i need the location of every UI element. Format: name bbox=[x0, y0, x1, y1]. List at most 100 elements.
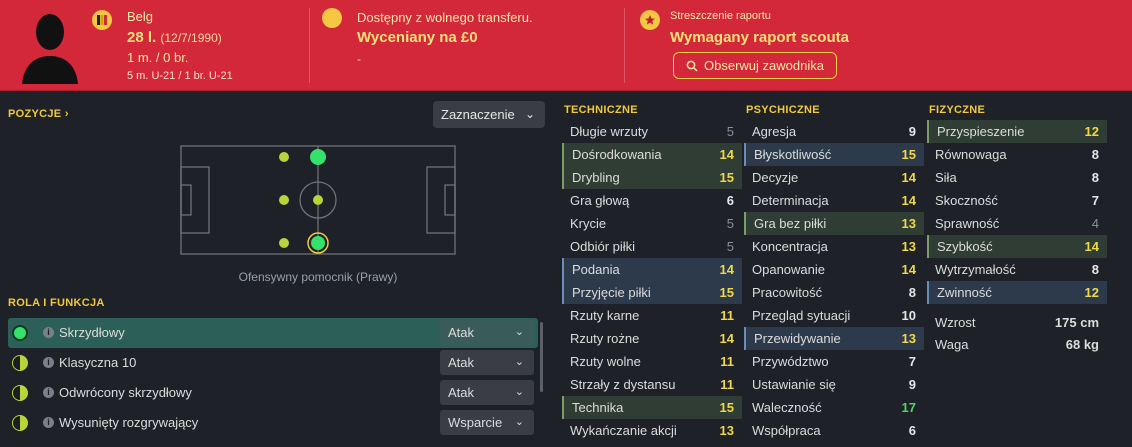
role-row[interactable]: i Klasyczna 10 Atak ⌄ bbox=[8, 348, 538, 378]
chevron-down-icon: ⌄ bbox=[514, 386, 524, 398]
attribute-value: 9 bbox=[908, 377, 916, 392]
attribute-label: Przyjęcie piłki bbox=[572, 285, 651, 300]
position-dot-dm bbox=[279, 195, 289, 205]
role-row[interactable]: i Wysunięty rozgrywający Wsparcie ⌄ bbox=[8, 408, 538, 438]
attribute-row[interactable]: Wykańczanie akcji 13 bbox=[562, 419, 742, 442]
attribute-row[interactable]: Krycie 5 bbox=[562, 212, 742, 235]
duty-dropdown[interactable]: Atak ⌄ bbox=[440, 350, 534, 375]
attribute-row[interactable]: Błyskotliwość 15 bbox=[744, 143, 924, 166]
attribute-row[interactable]: Gra głową 6 bbox=[562, 189, 742, 212]
duty-dropdown[interactable]: Atak ⌄ bbox=[440, 380, 534, 405]
chevron-right-icon: › bbox=[64, 108, 69, 120]
attribute-value: 5 bbox=[726, 239, 734, 254]
position-dot-dml bbox=[279, 152, 289, 162]
attribute-label: Podania bbox=[572, 262, 620, 277]
attribute-row[interactable]: Dośrodkowania 14 bbox=[562, 143, 742, 166]
attribute-value: 13 bbox=[719, 423, 734, 438]
player-dob: (12/7/1990) bbox=[160, 31, 222, 45]
position-label: Ofensywny pomocnik (Prawy) bbox=[238, 270, 398, 284]
duty-dropdown[interactable]: Wsparcie ⌄ bbox=[440, 410, 534, 435]
attribute-row[interactable]: Podania 14 bbox=[562, 258, 742, 281]
attribute-row[interactable]: Przyjęcie piłki 15 bbox=[562, 281, 742, 304]
attribute-row[interactable]: Determinacja 14 bbox=[744, 189, 924, 212]
technical-title: TECHNICZNE bbox=[564, 104, 638, 116]
attribute-row[interactable]: Pracowitość 8 bbox=[744, 281, 924, 304]
attribute-label: Wykańczanie akcji bbox=[570, 423, 677, 438]
height-label: Wzrost bbox=[935, 315, 976, 330]
attribute-row[interactable]: Agresja 9 bbox=[744, 120, 924, 143]
role-name: Odwrócony skrzydłowy bbox=[59, 385, 192, 400]
attribute-row[interactable]: Przewidywanie 13 bbox=[744, 327, 924, 350]
attribute-label: Drybling bbox=[572, 170, 620, 185]
attribute-value: 6 bbox=[908, 423, 916, 438]
attribute-row[interactable]: Przegląd sytuacji 10 bbox=[744, 304, 924, 327]
attribute-label: Skoczność bbox=[935, 193, 998, 208]
info-icon[interactable]: i bbox=[43, 357, 54, 368]
attribute-row[interactable]: Waleczność 17 bbox=[744, 396, 924, 419]
attribute-row[interactable]: Odbiór piłki 5 bbox=[562, 235, 742, 258]
attribute-label: Współpraca bbox=[752, 423, 821, 438]
info-icon[interactable]: i bbox=[43, 327, 54, 338]
attribute-row[interactable]: Wytrzymałość 8 bbox=[927, 258, 1107, 281]
watch-player-button[interactable]: Obserwuj zawodnika bbox=[673, 52, 837, 79]
attribute-row[interactable]: Gra bez piłki 13 bbox=[744, 212, 924, 235]
attribute-row[interactable]: Równowaga 8 bbox=[927, 143, 1107, 166]
attribute-row[interactable]: Strzały z dystansu 11 bbox=[562, 373, 742, 396]
attribute-label: Waleczność bbox=[752, 400, 822, 415]
attribute-row[interactable]: Opanowanie 14 bbox=[744, 258, 924, 281]
role-row[interactable]: i Odwrócony skrzydłowy Atak ⌄ bbox=[8, 378, 538, 408]
search-icon bbox=[686, 60, 698, 72]
attribute-row[interactable]: Długie wrzuty 5 bbox=[562, 120, 742, 143]
attribute-value: 8 bbox=[1091, 262, 1099, 277]
attribute-row[interactable]: Skoczność 7 bbox=[927, 189, 1107, 212]
attribute-row[interactable]: Decyzje 14 bbox=[744, 166, 924, 189]
attribute-row[interactable]: Zwinność 12 bbox=[927, 281, 1107, 304]
roles-scrollbar[interactable] bbox=[540, 322, 543, 392]
height-row: Wzrost 175 cm bbox=[927, 312, 1105, 334]
attribute-row[interactable]: Współpraca 6 bbox=[744, 419, 924, 442]
attribute-row[interactable]: Siła 8 bbox=[927, 166, 1107, 189]
attribute-row[interactable]: Technika 15 bbox=[562, 396, 742, 419]
attribute-value: 14 bbox=[719, 147, 734, 162]
attribute-value: 9 bbox=[908, 124, 916, 139]
attribute-row[interactable]: Rzuty rożne 14 bbox=[562, 327, 742, 350]
attribute-row[interactable]: Szybkość 14 bbox=[927, 235, 1107, 258]
attribute-row[interactable]: Rzuty wolne 11 bbox=[562, 350, 742, 373]
attribute-value: 8 bbox=[1091, 147, 1099, 162]
player-header: Belg 28 l. (12/7/1990) 1 m. / 0 br. 5 m.… bbox=[0, 0, 1132, 91]
weight-row: Waga 68 kg bbox=[927, 334, 1105, 356]
attribute-value: 14 bbox=[1084, 239, 1099, 254]
attribute-label: Równowaga bbox=[935, 147, 1007, 162]
attribute-label: Zwinność bbox=[937, 285, 992, 300]
attribute-row[interactable]: Drybling 15 bbox=[562, 166, 742, 189]
attribute-row[interactable]: Sprawność 4 bbox=[927, 212, 1107, 235]
attribute-label: Agresja bbox=[752, 124, 797, 139]
duty-dropdown[interactable]: Atak ⌄ bbox=[440, 320, 534, 345]
attribute-row[interactable]: Ustawianie się 9 bbox=[744, 373, 924, 396]
attribute-row[interactable]: Rzuty karne 11 bbox=[562, 304, 742, 327]
attribute-value: 11 bbox=[720, 354, 734, 369]
attribute-label: Błyskotliwość bbox=[754, 147, 832, 162]
attribute-row[interactable]: Przyspieszenie 12 bbox=[927, 120, 1107, 143]
attribute-value: 14 bbox=[901, 262, 916, 277]
attribute-row[interactable]: Przywództwo 7 bbox=[744, 350, 924, 373]
attribute-value: 14 bbox=[719, 262, 734, 277]
valuation-detail: - bbox=[357, 52, 361, 66]
info-icon[interactable]: i bbox=[43, 387, 54, 398]
attribute-label: Krycie bbox=[570, 216, 607, 231]
attribute-row[interactable]: Koncentracja 13 bbox=[744, 235, 924, 258]
attribute-value: 14 bbox=[901, 193, 916, 208]
selection-dropdown[interactable]: Zaznaczenie ⌄ bbox=[433, 101, 545, 128]
chevron-down-icon: ⌄ bbox=[514, 416, 524, 428]
chevron-down-icon: ⌄ bbox=[514, 326, 524, 338]
attribute-value: 15 bbox=[719, 400, 734, 415]
role-suitability-icon bbox=[12, 325, 28, 341]
role-row[interactable]: i Skrzydłowy Atak ⌄ bbox=[8, 318, 538, 348]
positions-title[interactable]: POZYCJE › bbox=[8, 108, 69, 120]
report-label: Streszczenie raportu bbox=[670, 10, 771, 22]
attribute-value: 7 bbox=[908, 354, 916, 369]
duty-label: Atak bbox=[448, 355, 475, 370]
attribute-value: 15 bbox=[901, 147, 916, 162]
coin-icon bbox=[322, 8, 342, 28]
info-icon[interactable]: i bbox=[43, 417, 54, 428]
